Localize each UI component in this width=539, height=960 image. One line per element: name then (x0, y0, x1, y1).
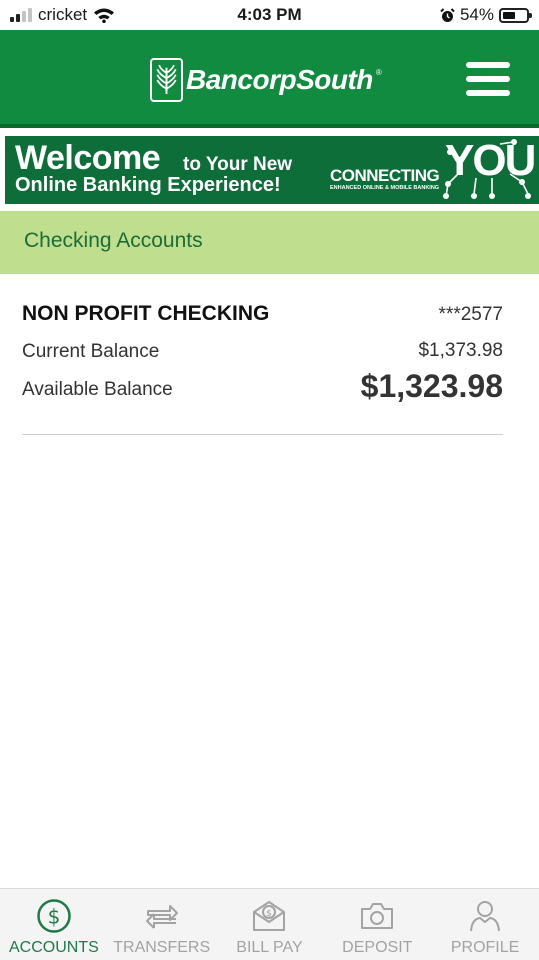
section-title: Checking Accounts (24, 229, 203, 252)
wheat-logo-icon (150, 58, 183, 102)
svg-text:$: $ (48, 905, 61, 929)
available-balance-value: $1,323.98 (360, 368, 503, 404)
alarm-icon (440, 7, 455, 22)
bancorpsouth-logo[interactable]: BancorpSouth ® (150, 58, 382, 102)
nav-label-bill-pay: BILL PAY (236, 939, 303, 956)
nav-label-deposit: DEPOSIT (342, 939, 413, 956)
banner-connecting-sub: ENHANCED ONLINE & MOBILE BANKING (330, 185, 440, 191)
banner-welcome: Welcome (15, 139, 161, 177)
person-icon (470, 901, 501, 932)
nav-transfers[interactable]: TRANSFERS (108, 889, 216, 960)
status-right: 54% (440, 5, 532, 25)
checking-accounts-header: Checking Accounts (0, 211, 539, 274)
hamburger-menu-icon[interactable] (466, 62, 510, 96)
banner-to-your-new: to Your New (183, 154, 293, 175)
svg-text:$: $ (267, 909, 273, 919)
account-name: NON PROFIT CHECKING (22, 302, 270, 325)
banner-you: YOU (445, 136, 536, 185)
logo-registered-mark: ® (375, 68, 382, 77)
bill-pay-envelope-icon: $ (253, 901, 286, 931)
bottom-nav: $ ACCOUNTS TRANSFERS $ BILL PAY DEPOSIT … (0, 888, 539, 960)
account-row[interactable]: NON PROFIT CHECKING ***2577 Current Bala… (22, 290, 503, 435)
banner-inner: Welcome to Your New Online Banking Exper… (5, 136, 539, 204)
nav-accounts[interactable]: $ ACCOUNTS (0, 889, 108, 960)
camera-icon (361, 903, 394, 929)
transfer-arrows-icon (145, 905, 178, 929)
nav-profile[interactable]: PROFILE (431, 889, 539, 960)
welcome-banner[interactable]: Welcome to Your New Online Banking Exper… (0, 131, 539, 206)
battery-icon (499, 7, 532, 23)
nav-deposit[interactable]: DEPOSIT (323, 889, 431, 960)
dollar-circle-icon: $ (37, 899, 71, 933)
status-bar: cricket 4:03 PM 54% (0, 0, 539, 30)
nav-label-accounts: ACCOUNTS (9, 939, 99, 956)
current-balance-label: Current Balance (22, 341, 160, 362)
battery-fill (503, 11, 515, 19)
logo-text: BancorpSouth (186, 64, 373, 95)
banner-online-banking: Online Banking Experience! (15, 174, 281, 196)
account-number: ***2577 (438, 304, 503, 325)
app-header: BancorpSouth ® (0, 30, 539, 128)
banner-connecting: CONNECTING (330, 166, 440, 185)
nav-label-profile: PROFILE (450, 939, 520, 956)
nav-label-transfers: TRANSFERS (113, 939, 211, 956)
nav-bill-pay[interactable]: $ BILL PAY (216, 889, 324, 960)
battery-percent: 54% (459, 5, 494, 24)
current-balance-value: $1,373.98 (418, 340, 503, 361)
available-balance-label: Available Balance (22, 379, 173, 400)
